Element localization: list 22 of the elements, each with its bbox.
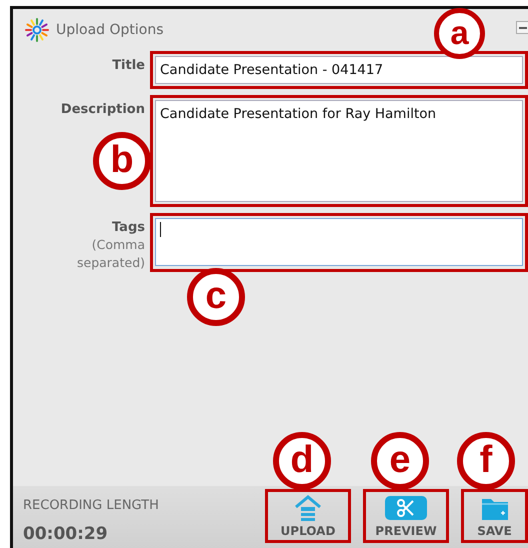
callout-marker: b [93,132,151,190]
scissors-icon [385,495,427,521]
text-area[interactable]: Candidate Presentation for Ray Hamilton [155,100,523,202]
upload-icon [293,495,323,521]
callout-marker: d [273,432,331,490]
minimize-button[interactable] [516,21,528,34]
save-button[interactable]: SAVE [461,489,528,543]
field-label: Title [111,57,145,74]
field-label: Tags [110,219,145,236]
recording-duration: 00:00:29 [23,522,109,546]
callout-marker: f [457,432,515,490]
callout-marker: a [434,8,485,59]
upload-button[interactable]: UPLOAD [265,489,351,543]
preview-button[interactable]: PREVIEW [363,489,449,543]
logo-icon [25,18,49,42]
field-label: Description [60,101,145,118]
callout-marker: e [371,432,429,490]
field-hint: (Comma separated) [76,236,145,272]
input-field[interactable]: Candidate Presentation - 041417 [155,56,523,84]
callout-marker: c [187,268,245,326]
recording-length-label: RECORDING LENGTH [23,497,160,515]
window-title: Upload Options [56,20,164,40]
